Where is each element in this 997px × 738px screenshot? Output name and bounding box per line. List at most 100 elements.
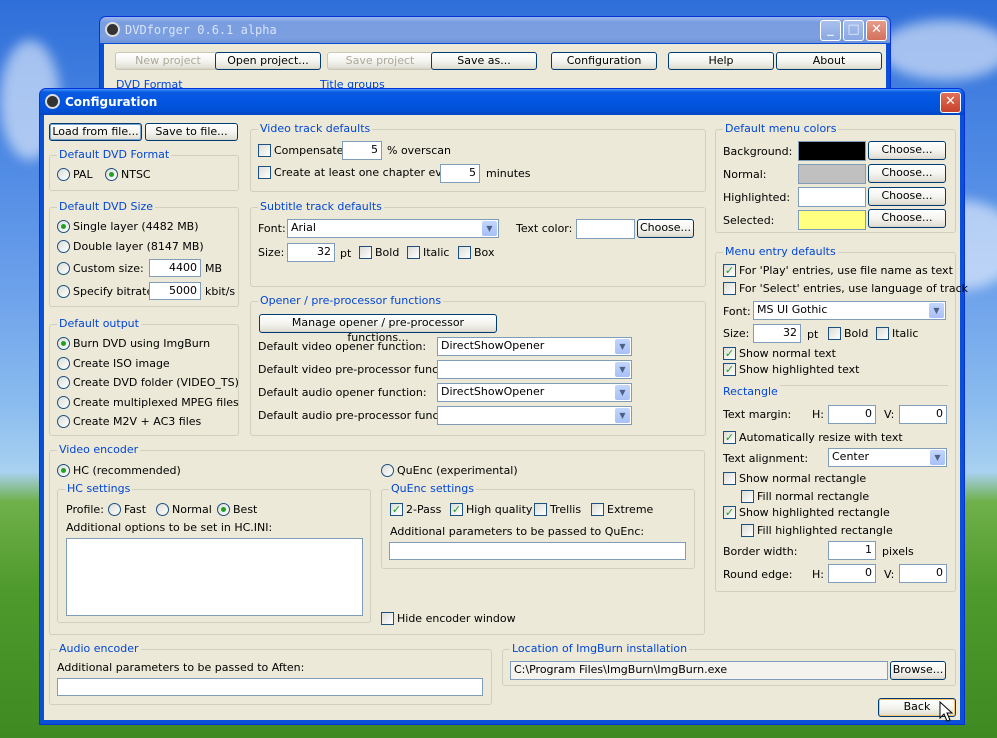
configuration-button[interactable]: Configuration — [551, 52, 657, 70]
subtitle-choose-button[interactable]: Choose... — [637, 219, 694, 238]
opener-select-2[interactable]: DirectShowOpener ▼ — [437, 383, 632, 402]
subtitle-font-value: Arial — [291, 221, 316, 234]
select-checkbox[interactable] — [723, 282, 736, 295]
save-to-file-button[interactable]: Save to file... — [145, 123, 238, 141]
minimize-icon[interactable]: _ — [820, 20, 841, 41]
aften-input[interactable] — [57, 678, 483, 696]
ntsc-radio[interactable] — [105, 168, 118, 181]
config-titlebar: Configuration ✕ — [40, 89, 964, 115]
new-project-button[interactable]: New project — [115, 52, 221, 70]
single-layer-radio[interactable] — [57, 220, 70, 233]
selected-swatch — [798, 210, 866, 230]
browse-button[interactable]: Browse... — [890, 661, 946, 680]
subtitle-bold-checkbox[interactable] — [359, 246, 372, 259]
output-radio-0[interactable] — [57, 337, 70, 350]
open-project-button[interactable]: Open project... — [215, 52, 321, 70]
overscan-input[interactable]: 5 — [342, 141, 382, 160]
extreme-checkbox[interactable] — [591, 503, 604, 516]
margin-h-input[interactable]: 0 — [828, 405, 876, 424]
chevron-down-icon: ▼ — [930, 450, 945, 465]
output-label-0: Burn DVD using ImgBurn — [73, 337, 211, 350]
hc-radio[interactable] — [57, 464, 70, 477]
chevron-down-icon: ▼ — [482, 221, 497, 236]
hide-encoder-checkbox[interactable] — [381, 612, 394, 625]
fill-hl-rect-label: Fill highlighted rectangle — [757, 524, 893, 537]
load-from-file-button[interactable]: Load from file... — [49, 123, 142, 141]
opener-label-0: Default video opener function: — [258, 340, 427, 353]
output-radio-1[interactable] — [57, 357, 70, 370]
opener-select-3[interactable]: ▼ — [437, 406, 632, 425]
twopass-label: 2-Pass — [406, 503, 442, 516]
best-label: Best — [233, 503, 258, 516]
show-hl-rect-checkbox[interactable]: ✓ — [723, 506, 736, 519]
hc-ini-textarea[interactable] — [66, 538, 363, 616]
maximize-icon[interactable]: □ — [843, 20, 864, 41]
subtitle-italic-checkbox[interactable] — [407, 246, 420, 259]
round-h-input[interactable]: 0 — [828, 564, 876, 583]
fast-radio[interactable] — [108, 503, 121, 516]
subtitle-font-select[interactable]: Arial ▼ — [287, 219, 499, 238]
selected-choose-button[interactable]: Choose... — [868, 209, 946, 228]
normal-swatch — [798, 164, 866, 184]
group-title: Opener / pre-processor functions — [258, 294, 444, 307]
hq-checkbox[interactable]: ✓ — [450, 503, 463, 516]
menu-italic-checkbox[interactable] — [876, 327, 889, 340]
trellis-checkbox[interactable] — [534, 503, 547, 516]
border-width-label: Border width: — [723, 545, 798, 558]
show-normal-rect-checkbox[interactable] — [723, 472, 736, 485]
border-width-input[interactable]: 1 — [828, 541, 876, 560]
double-layer-radio[interactable] — [57, 240, 70, 253]
group-title: Subtitle track defaults — [258, 200, 384, 213]
group-title: QuEnc settings — [389, 482, 476, 495]
normal-choose-button[interactable]: Choose... — [868, 164, 946, 183]
output-radio-4[interactable] — [57, 415, 70, 428]
opener-select-1[interactable]: ▼ — [437, 360, 632, 379]
close-icon[interactable]: ✕ — [940, 92, 961, 113]
menu-font-select[interactable]: MS UI Gothic ▼ — [753, 301, 946, 320]
subtitle-size-input[interactable]: 32 — [287, 243, 335, 262]
main-titlebar: DVDforger 0.6.1 alpha _ □ ✕ — [100, 17, 890, 43]
about-button[interactable]: About — [776, 52, 882, 70]
round-v-input[interactable]: 0 — [899, 564, 947, 583]
help-button[interactable]: Help — [668, 52, 774, 70]
bitrate-input[interactable]: 5000 — [149, 282, 201, 300]
quenc-params-input[interactable] — [389, 542, 686, 560]
menu-pt-label: pt — [807, 328, 819, 341]
text-alignment-select[interactable]: Center ▼ — [828, 448, 947, 467]
auto-resize-checkbox[interactable]: ✓ — [723, 431, 736, 444]
twopass-checkbox[interactable]: ✓ — [390, 503, 403, 516]
output-label-1: Create ISO image — [73, 357, 170, 370]
highlighted-choose-button[interactable]: Choose... — [868, 187, 946, 206]
app-icon — [105, 22, 120, 37]
manage-opener-button[interactable]: Manage opener / pre-processor functions.… — [259, 314, 497, 344]
chapter-checkbox[interactable] — [258, 166, 271, 179]
play-checkbox[interactable]: ✓ — [723, 264, 736, 277]
custom-size-radio[interactable] — [57, 262, 70, 275]
quenc-radio[interactable] — [381, 464, 394, 477]
fill-hl-rect-checkbox[interactable] — [741, 524, 754, 537]
menu-bold-checkbox[interactable] — [828, 327, 841, 340]
compensate-checkbox[interactable] — [258, 144, 271, 157]
chapter-input[interactable]: 5 — [440, 164, 480, 183]
imgburn-path-input[interactable]: C:\Program Files\ImgBurn\ImgBurn.exe — [510, 661, 888, 680]
show-highlighted-text-label: Show highlighted text — [739, 363, 860, 376]
close-icon[interactable]: ✕ — [866, 20, 887, 41]
subtitle-box-checkbox[interactable] — [458, 246, 471, 259]
opener-select-0[interactable]: DirectShowOpener ▼ — [437, 337, 632, 356]
custom-size-input[interactable]: 4400 — [149, 259, 201, 277]
show-highlighted-text-checkbox[interactable]: ✓ — [723, 363, 736, 376]
profile-label: Profile: — [66, 503, 104, 516]
margin-v-input[interactable]: 0 — [899, 405, 947, 424]
output-radio-2[interactable] — [57, 376, 70, 389]
best-radio[interactable] — [217, 503, 230, 516]
save-as-button[interactable]: Save as... — [431, 52, 537, 70]
fill-normal-rect-checkbox[interactable] — [741, 490, 754, 503]
bitrate-radio[interactable] — [57, 285, 70, 298]
pal-radio[interactable] — [57, 168, 70, 181]
normal-radio[interactable] — [156, 503, 169, 516]
menu-size-input[interactable]: 32 — [753, 324, 801, 343]
save-project-button[interactable]: Save project — [327, 52, 433, 70]
background-choose-button[interactable]: Choose... — [868, 141, 946, 160]
show-normal-text-checkbox[interactable]: ✓ — [723, 347, 736, 360]
output-radio-3[interactable] — [57, 396, 70, 409]
